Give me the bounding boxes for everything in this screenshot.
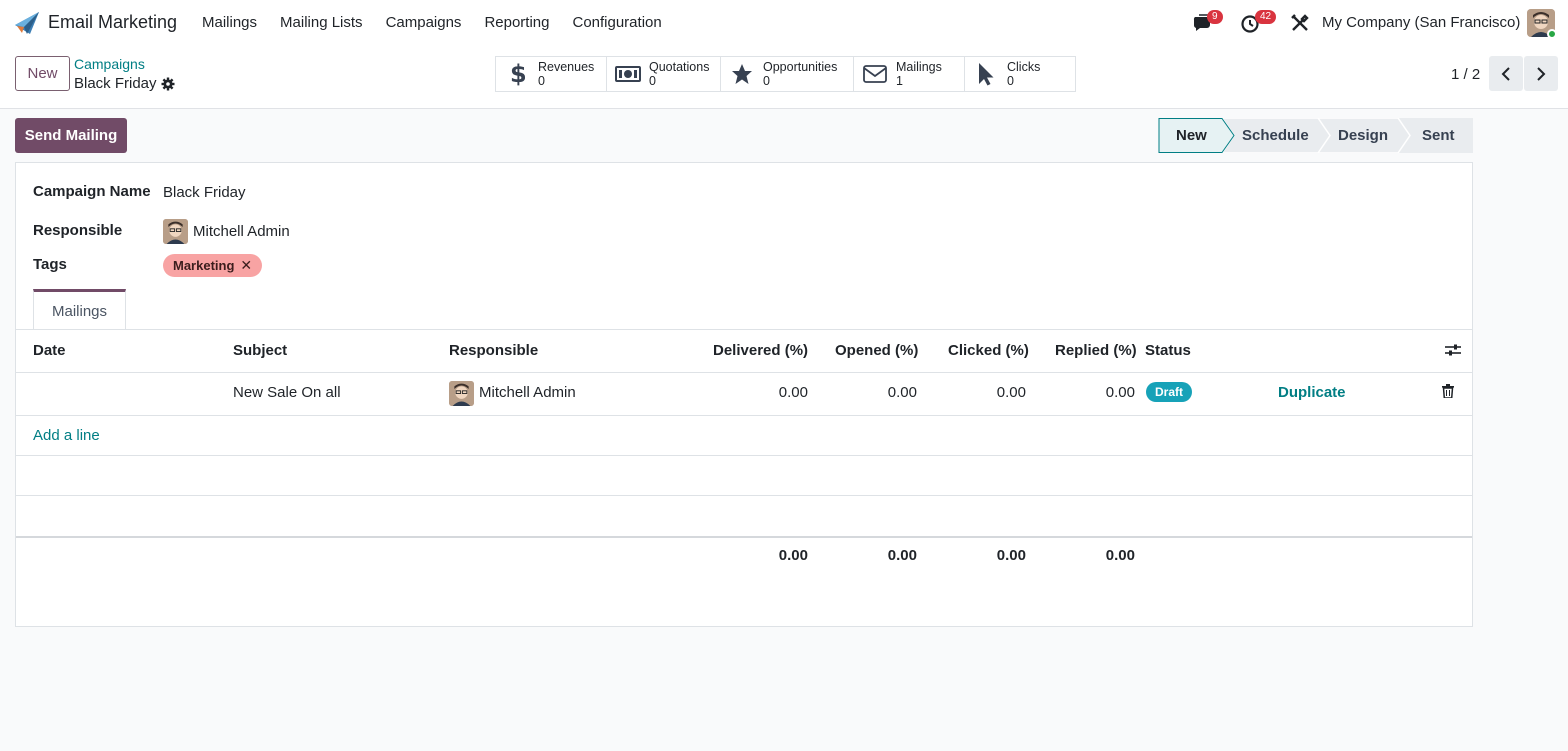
tab-mailings[interactable]: Mailings <box>33 289 126 330</box>
tab-divider <box>16 329 1472 330</box>
row-divider <box>16 455 1472 456</box>
form-sheet: Campaign Name Black Friday Responsible M… <box>15 162 1473 627</box>
tools-icon <box>1291 14 1309 31</box>
online-status-dot <box>1547 29 1557 39</box>
tags-label: Tags <box>33 256 67 273</box>
column-subject[interactable]: Subject <box>233 342 287 359</box>
pager-previous-button[interactable] <box>1489 56 1523 91</box>
total-opened: 0.00 <box>887 547 917 564</box>
column-delivered[interactable]: Delivered (%) <box>713 342 808 359</box>
row-subject[interactable]: New Sale On all <box>233 384 341 401</box>
opportunities-stat-button[interactable]: Opportunities 0 <box>720 56 854 92</box>
menu-configuration[interactable]: Configuration <box>572 14 661 31</box>
total-clicked: 0.00 <box>996 547 1026 564</box>
breadcrumb-current: Black Friday <box>74 75 157 92</box>
send-mailing-button[interactable]: Send Mailing <box>15 118 127 153</box>
stat-label: Mailings <box>896 60 942 74</box>
smart-buttons: $ Revenues 0 Quotations 0 Opportunities 0 M… <box>495 56 1076 92</box>
column-opened[interactable]: Opened (%) <box>835 342 918 359</box>
top-navbar: Email Marketing Mailings Mailing Lists C… <box>0 0 1568 46</box>
stat-value: 0 <box>763 74 770 88</box>
stage-sent[interactable]: Sent <box>1422 118 1455 153</box>
svg-text:$: $ <box>510 61 525 87</box>
row-delivered: 0.00 <box>778 384 808 401</box>
row-divider <box>16 415 1472 416</box>
email-marketing-logo-icon[interactable] <box>14 11 40 35</box>
activities-count-badge: 42 <box>1255 10 1277 24</box>
column-responsible[interactable]: Responsible <box>449 342 538 359</box>
gear-icon[interactable] <box>161 77 175 91</box>
menu-campaigns[interactable]: Campaigns <box>386 14 462 31</box>
stat-label: Revenues <box>538 60 595 74</box>
breadcrumb-campaigns[interactable]: Campaigns <box>74 56 145 72</box>
stat-value: 1 <box>896 74 903 88</box>
clicks-stat-button[interactable]: Clicks 0 <box>964 56 1076 92</box>
trash-icon[interactable] <box>1442 384 1454 398</box>
row-replied: 0.00 <box>1105 384 1135 401</box>
tag-marketing[interactable]: Marketing ✕ <box>163 254 263 277</box>
pager-value[interactable]: 1 / 2 <box>1451 66 1480 83</box>
row-responsible[interactable]: Mitchell Admin <box>479 384 576 401</box>
duplicate-button[interactable]: Duplicate <box>1278 384 1346 401</box>
menu-reporting[interactable]: Reporting <box>484 14 549 31</box>
dollar-icon: $ <box>504 61 530 87</box>
responsible-label: Responsible <box>33 222 123 239</box>
row-opened: 0.00 <box>887 384 917 401</box>
banknote-icon <box>615 61 641 87</box>
star-icon <box>729 61 755 87</box>
user-avatar-icon <box>449 381 474 406</box>
cursor-icon <box>973 61 999 87</box>
campaign-name-label: Campaign Name <box>33 183 151 200</box>
stat-value: 0 <box>538 74 545 88</box>
menu-mailing-lists[interactable]: Mailing Lists <box>280 14 363 31</box>
stat-label: Clicks <box>1007 60 1041 74</box>
column-replied[interactable]: Replied (%) <box>1055 342 1137 359</box>
chevron-right-icon <box>1537 66 1546 81</box>
control-panel: New Campaigns Black Friday $ Revenues 0 Q… <box>0 46 1568 109</box>
remove-tag-icon[interactable]: ✕ <box>240 257 252 274</box>
stat-value: 0 <box>1007 74 1014 88</box>
stat-value: 0 <box>649 74 656 88</box>
total-delivered: 0.00 <box>778 547 808 564</box>
revenues-stat-button[interactable]: $ Revenues 0 <box>495 56 607 92</box>
stat-label: Opportunities <box>763 60 838 74</box>
column-clicked[interactable]: Clicked (%) <box>948 342 1029 359</box>
app-name[interactable]: Email Marketing <box>48 12 177 33</box>
stage-schedule[interactable]: Schedule <box>1242 118 1309 153</box>
new-record-button[interactable]: New <box>15 56 70 91</box>
column-date[interactable]: Date <box>33 342 66 359</box>
pager-next-button[interactable] <box>1524 56 1558 91</box>
stat-label: Quotations <box>649 60 710 74</box>
campaign-name-field[interactable]: Black Friday <box>163 184 246 201</box>
quotations-stat-button[interactable]: Quotations 0 <box>606 56 721 92</box>
user-avatar-icon <box>163 219 188 244</box>
total-replied: 0.00 <box>1105 547 1135 564</box>
tag-label: Marketing <box>173 258 235 273</box>
stage-design[interactable]: Design <box>1338 118 1388 153</box>
menu-mailings[interactable]: Mailings <box>202 14 257 31</box>
row-divider <box>16 495 1472 496</box>
chevron-left-icon <box>1501 66 1510 81</box>
debug-tools[interactable] <box>1291 8 1309 38</box>
responsible-avatar <box>163 219 188 244</box>
footer-divider <box>16 536 1472 538</box>
add-line-link[interactable]: Add a line <box>33 427 100 444</box>
company-switcher[interactable]: My Company (San Francisco) <box>1322 14 1520 31</box>
row-responsible-avatar <box>449 381 474 406</box>
main-menu: Mailings Mailing Lists Campaigns Reporti… <box>202 14 685 31</box>
messages-count-badge: 9 <box>1207 10 1223 24</box>
column-status[interactable]: Status <box>1145 342 1191 359</box>
stage-new[interactable]: New <box>1176 118 1207 153</box>
optional-columns-icon[interactable] <box>1445 343 1461 357</box>
header-divider <box>16 372 1472 373</box>
status-badge: Draft <box>1146 382 1193 402</box>
mailings-stat-button[interactable]: Mailings 1 <box>853 56 965 92</box>
row-clicked: 0.00 <box>996 384 1026 401</box>
envelope-icon <box>862 61 888 87</box>
responsible-field[interactable]: Mitchell Admin <box>193 223 290 240</box>
